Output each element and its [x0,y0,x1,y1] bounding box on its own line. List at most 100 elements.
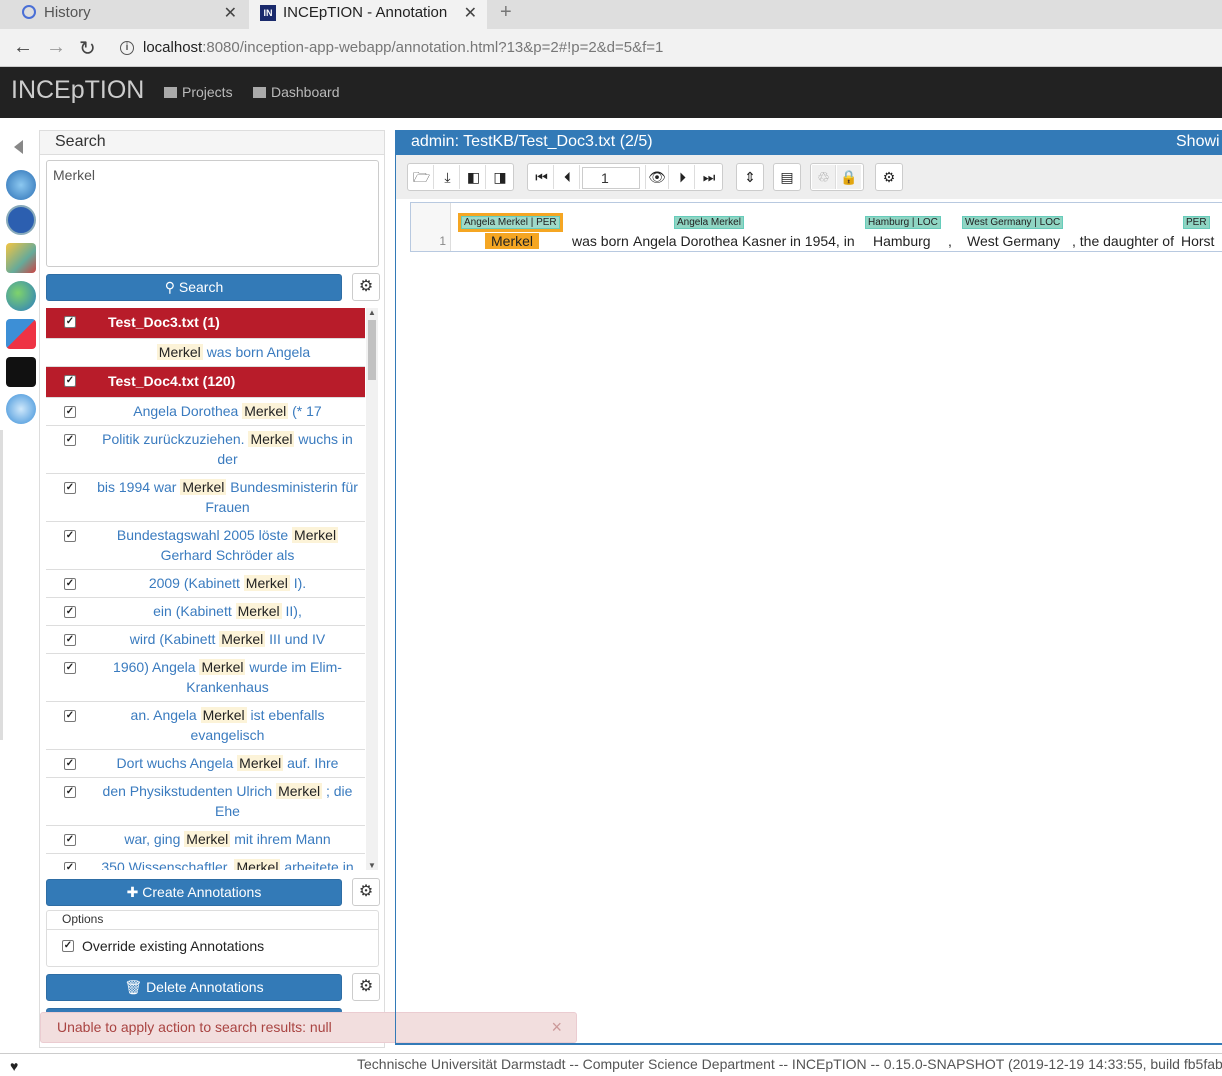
reload-icon[interactable]: ↻ [79,36,96,61]
close-tab-icon[interactable]: ✕ [224,1,237,26]
search-panel-title: Search [40,131,384,155]
result-hit-row[interactable]: ✓ Dort wuchs Angela Merkel auf. Ihre [46,750,365,778]
result-hit-row[interactable]: ✓ 2009 (Kabinett Merkel I). [46,570,365,598]
book-icon[interactable]: ▤ [775,165,799,189]
prev-page-icon[interactable]: ⏴ [556,165,580,189]
scroll-thumb[interactable] [368,320,376,380]
results-scrollbar[interactable]: ▲ ▼ [366,308,378,870]
override-checkbox[interactable]: ✓ [62,940,74,952]
result-hit-row[interactable]: ✓ bis 1994 war Merkel Bundesministerin fü… [46,474,365,522]
result-checkbox[interactable]: ✓ [64,434,76,446]
scroll-down-icon[interactable]: ▼ [368,861,376,870]
nav-projects[interactable]: Projects [164,84,233,100]
site-info-icon[interactable]: i [120,41,134,55]
annotation-label[interactable]: Angela Merkel | PER [461,216,560,229]
collapse-sidebar-icon[interactable] [14,140,23,154]
hit-keyword: Merkel [156,344,203,360]
result-checkbox[interactable]: ✓ [64,758,76,770]
view-icon[interactable]: 👁 [645,165,669,189]
result-document-row[interactable]: ✓ Test_Doc3.txt (1) [46,308,365,339]
result-hit-row[interactable]: ✓ ein (Kabinett Merkel II), [46,598,365,626]
token-text[interactable]: Angela Dorothea Kasner [633,233,786,249]
scroll-up-icon[interactable]: ▲ [368,308,376,317]
search-icon[interactable] [6,394,36,424]
globe-icon[interactable] [6,281,36,311]
create-settings-gear-icon[interactable]: ⚙ [352,878,380,906]
forward-icon[interactable]: → [46,36,66,59]
result-hit-row[interactable]: ✓ war, ging Merkel mit ihrem Mann [46,826,365,854]
token-text[interactable]: West Germany [967,233,1060,249]
export-icon[interactable]: ⤓ [436,165,460,189]
nav-dashboard[interactable]: Dashboard [253,84,340,100]
browser-tab-annotation[interactable]: IN INCEpTION - Annotation ✕ [249,0,487,29]
lock-icon[interactable]: 🔒 [837,165,861,189]
result-checkbox[interactable]: ✓ [64,862,76,870]
result-hit-row[interactable]: ✓ 1960) Angela Merkel wurde im Elim-Krank… [46,654,365,702]
annotation-label[interactable]: PER [1183,216,1210,229]
last-page-icon[interactable]: ⏭ [697,165,721,189]
align-icon[interactable]: ⇕ [738,165,762,189]
comment-icon[interactable] [6,357,36,387]
annotation-label[interactable]: West Germany | LOC [962,216,1064,229]
next-document-icon[interactable]: ◨ [488,165,512,189]
result-hit-row[interactable]: ✓ an. Angela Merkel ist ebenfalls evangel… [46,702,365,750]
token-text[interactable]: was born [572,233,629,249]
result-hit-row[interactable]: ✓ Angela Dorothea Merkel (* 17 [46,398,365,426]
info-icon[interactable] [6,205,36,235]
hit-keyword: Merkel [235,603,282,619]
inception-favicon-icon: IN [260,5,276,21]
next-page-icon[interactable]: ⏵ [671,165,695,189]
open-document-icon[interactable]: 🗁 [410,165,434,189]
brand-logo[interactable]: INCEpTION [11,76,144,105]
result-hit-row[interactable]: ✓ wird (Kabinett Merkel III und IV [46,626,365,654]
token-text[interactable]: Horst [1181,233,1214,249]
token-text[interactable]: Hamburg [873,233,931,249]
result-checkbox[interactable]: ✓ [64,662,76,674]
annotation-editor: 1 Angela Merkel | PER Angela Merkel Hamb… [410,202,1222,252]
result-checkbox[interactable]: ✓ [64,606,76,618]
result-hit-row[interactable]: ✓ Politik zurückzuziehen. Merkel wuchs in… [46,426,365,474]
url-field[interactable]: localhost:8080/inception-app-webapp/anno… [143,39,663,56]
create-annotations-button[interactable]: ✚ Create Annotations [46,879,342,906]
history-icon [22,5,36,19]
new-tab-icon[interactable]: + [500,1,512,24]
page-number-input[interactable]: 1 [582,167,640,189]
result-hit-row[interactable]: ✓ den Physikstudenten Ulrich Merkel ; die… [46,778,365,826]
token-text[interactable]: , [948,233,952,249]
result-checkbox[interactable]: ✓ [64,316,76,328]
sync-icon[interactable] [6,170,36,200]
result-hit-row[interactable]: ✓ 350 Wissenschaftler. Merkel arbeitete i… [46,854,365,870]
override-option[interactable]: ✓ Override existing Annotations [47,930,378,962]
search-settings-gear-icon[interactable]: ⚙ [352,273,380,301]
result-hit-row[interactable]: ✓ Bundestagswahl 2005 löste Merkel Gerhar… [46,522,365,570]
result-checkbox[interactable]: ✓ [64,710,76,722]
search-input[interactable]: Merkel [46,160,379,267]
search-button[interactable]: ⚲ Search [46,274,342,301]
token-text[interactable]: , the daughter of [1072,233,1174,249]
settings-gear-icon[interactable]: ⚙ [877,165,901,189]
close-tab-icon[interactable]: ✕ [464,1,477,26]
back-icon[interactable]: ← [13,36,33,59]
windows-icon[interactable] [6,319,36,349]
tags-icon[interactable] [6,243,36,273]
annotation-label[interactable]: Angela Merkel [674,216,744,229]
result-checkbox[interactable]: ✓ [64,482,76,494]
result-checkbox[interactable]: ✓ [64,375,76,387]
token-text[interactable]: Merkel [485,233,540,249]
first-page-icon[interactable]: ⏮ [530,165,554,189]
delete-settings-gear-icon[interactable]: ⚙ [352,973,380,1001]
result-checkbox[interactable]: ✓ [64,530,76,542]
delete-annotations-button[interactable]: 🗑 Delete Annotations [46,974,342,1001]
result-checkbox[interactable]: ✓ [64,834,76,846]
result-checkbox[interactable]: ✓ [64,578,76,590]
result-checkbox[interactable]: ✓ [64,634,76,646]
prev-document-icon[interactable]: ◧ [462,165,486,189]
browser-tab-history[interactable]: History ✕ [0,0,247,29]
result-checkbox[interactable]: ✓ [64,786,76,798]
annotation-label[interactable]: Hamburg | LOC [865,216,941,229]
result-document-row[interactable]: ✓ Test_Doc4.txt (120) [46,367,365,398]
result-checkbox[interactable]: ✓ [64,406,76,418]
token-text[interactable]: in 1954, in [790,233,855,249]
result-hit-row[interactable]: Merkel was born Angela [46,339,365,367]
recycle-icon[interactable]: ♲ [812,165,836,189]
